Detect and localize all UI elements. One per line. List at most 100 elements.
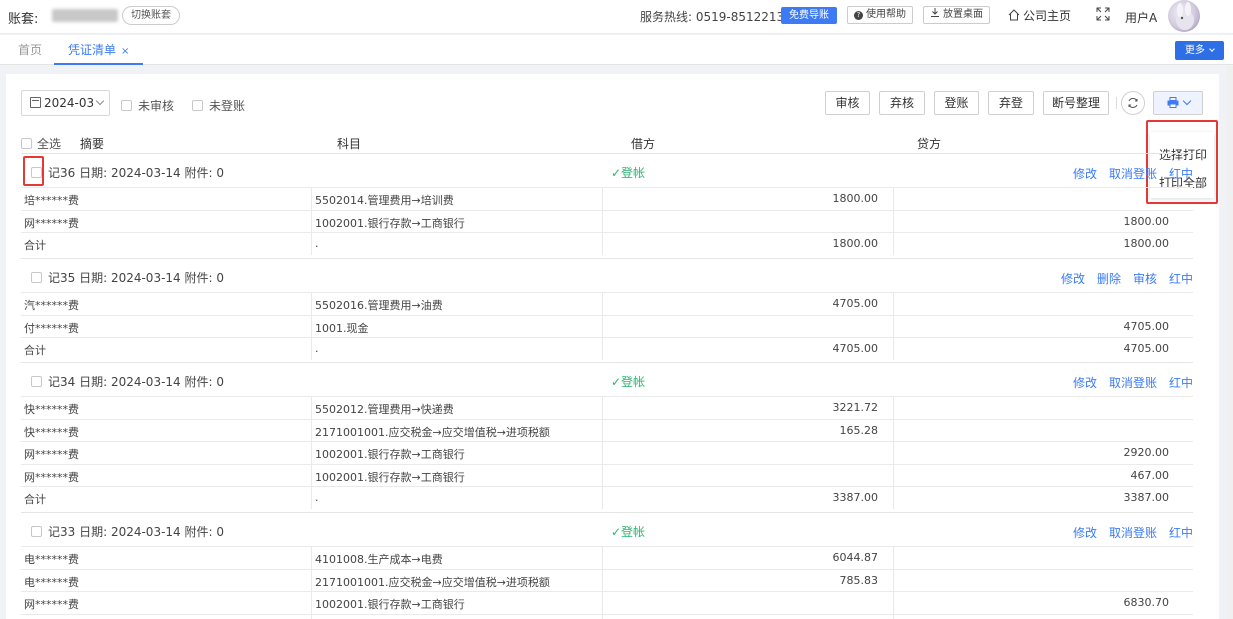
chevron-down-icon xyxy=(1209,46,1215,52)
company-home-link[interactable]: 公司主页 xyxy=(1008,7,1071,24)
cell-divider xyxy=(311,188,312,210)
cell-subject: 1002001.银行存款→工商银行 xyxy=(315,448,465,462)
cell-divider xyxy=(602,293,603,315)
cell-divider xyxy=(602,442,603,464)
cell-divider xyxy=(311,592,312,614)
cell-divider xyxy=(311,397,312,419)
cell-divider xyxy=(311,419,312,442)
tab-voucher-label: 凭证清单 xyxy=(68,43,117,57)
voucher-action-link[interactable]: 审核 xyxy=(1133,272,1157,286)
voucher-actions: 修改 取消登账 红中 xyxy=(1061,374,1193,391)
help-button[interactable]: ? 使用帮助 xyxy=(847,6,913,24)
voucher-checkbox[interactable] xyxy=(31,376,42,387)
desktop-label: 放置桌面 xyxy=(943,9,983,20)
cell-summary: 付******费 xyxy=(24,321,79,335)
free-import-button[interactable]: 免费导账 xyxy=(781,7,837,24)
voucher-action-link[interactable]: 红中 xyxy=(1169,272,1193,286)
voucher-action-link[interactable]: 删除 xyxy=(1097,272,1121,286)
cell-divider xyxy=(893,293,894,315)
cell-divider xyxy=(311,338,312,360)
tab-voucher-list[interactable]: 凭证清单 × xyxy=(54,35,144,65)
voucher-title: 记33 日期: 2024-03-14 附件: 0 xyxy=(48,525,224,539)
voucher-action-link[interactable]: 取消登账 xyxy=(1109,526,1157,540)
unpost-button[interactable]: 弃登 xyxy=(988,91,1034,115)
table-row: 合计. 1800.00 1800.00 xyxy=(21,232,1193,255)
filter-unaudited[interactable]: 未审核 xyxy=(121,97,174,114)
account-label: 账套: xyxy=(8,12,39,27)
unaudit-button[interactable]: 弃核 xyxy=(879,91,925,115)
cell-subject: 1002001.银行存款→工商银行 xyxy=(315,598,465,612)
cell-divider xyxy=(311,464,312,487)
unaudited-checkbox[interactable] xyxy=(121,100,132,111)
voucher-action-link[interactable]: 修改 xyxy=(1073,376,1097,390)
cell-divider xyxy=(602,614,603,619)
voucher-header: 记35 日期: 2024-03-14 附件: 0 修改 删除 审核 红中 xyxy=(21,259,1193,292)
home-link-label: 公司主页 xyxy=(1023,9,1072,23)
calendar-icon xyxy=(30,97,41,108)
voucher-action-link[interactable]: 修改 xyxy=(1061,272,1085,286)
voucher-action-link[interactable]: 修改 xyxy=(1073,526,1097,540)
table-row: 电******费 2171001001.应交税金→应交增值税→进项税额 785.83 xyxy=(21,568,1193,592)
unposted-checkbox[interactable] xyxy=(192,100,203,111)
cell-subject: 4101008.生产成本→电费 xyxy=(315,553,443,566)
fullscreen-icon[interactable] xyxy=(1096,7,1110,21)
date-value: 2024-03 xyxy=(44,96,95,110)
voucher-checkbox[interactable] xyxy=(31,526,42,537)
cell-divider xyxy=(602,419,603,442)
voucher-header: 记36 日期: 2024-03-14 附件: 0 ✓登帐 修改 取消登账 红中 xyxy=(21,154,1193,187)
renumber-button[interactable]: 断号整理 xyxy=(1043,91,1109,115)
voucher-action-link[interactable]: 取消登账 xyxy=(1109,376,1157,390)
audit-button[interactable]: 审核 xyxy=(825,91,870,115)
cell-debit: 1800.00 xyxy=(832,192,879,205)
filter-unposted[interactable]: 未登账 xyxy=(192,97,245,114)
print-button[interactable] xyxy=(1153,91,1203,115)
cell-subject: 5502012.管理费用→快递费 xyxy=(315,403,454,416)
cell-credit: 1800.00 xyxy=(1123,214,1170,228)
cell-subject: 1001.现金 xyxy=(315,321,369,335)
cell-divider xyxy=(311,210,312,233)
cell-divider xyxy=(893,487,894,509)
voucher-action-link[interactable]: 取消登账 xyxy=(1109,167,1157,181)
avatar[interactable] xyxy=(1168,0,1200,32)
close-icon[interactable]: × xyxy=(121,46,129,57)
scrollbar[interactable] xyxy=(1227,66,1233,619)
cell-divider xyxy=(602,210,603,233)
table-row: 网******费 1002001.银行存款→工商银行 1800.00 xyxy=(21,209,1193,233)
cell-debit: 4705.00 xyxy=(832,342,879,356)
post-button[interactable]: 登账 xyxy=(934,91,979,115)
posted-status: ✓登帐 xyxy=(611,166,646,180)
voucher-action-link[interactable]: 红中 xyxy=(1169,526,1193,540)
tab-home[interactable]: 首页 xyxy=(18,35,42,65)
voucher-header: 记33 日期: 2024-03-14 附件: 0 ✓登帐 修改 取消登账 红中 xyxy=(21,513,1193,546)
cell-divider xyxy=(311,233,312,255)
table-row: 合计. 4705.00 4705.00 xyxy=(21,337,1193,360)
voucher-action-link[interactable]: 修改 xyxy=(1073,167,1097,181)
cell-subject: 5502016.管理费用→油费 xyxy=(315,299,443,312)
voucher-action-link[interactable]: 红中 xyxy=(1169,167,1193,181)
cell-subject: . xyxy=(315,491,319,505)
select-all-label: 全选 xyxy=(37,137,62,151)
desktop-shortcut-button[interactable]: 放置桌面 xyxy=(923,6,990,24)
voucher-action-link[interactable]: 红中 xyxy=(1169,376,1193,390)
select-all[interactable]: 全选 xyxy=(21,135,61,152)
cell-credit: 467.00 xyxy=(1130,468,1170,482)
date-picker[interactable]: 2024-03 xyxy=(21,90,110,116)
cell-summary: 合计 xyxy=(24,493,46,507)
table-row: 网******费 1002001.银行存款→工商银行 467.00 xyxy=(21,463,1193,487)
refresh-button[interactable] xyxy=(1121,91,1145,115)
cell-divider xyxy=(893,188,894,210)
cell-summary: 合计 xyxy=(24,344,46,358)
switch-account-button[interactable]: 切换账套 xyxy=(122,6,180,25)
cell-divider xyxy=(602,464,603,487)
cell-divider xyxy=(602,188,603,210)
chevron-down-icon xyxy=(1182,96,1191,106)
user-name[interactable]: 用户A xyxy=(1125,9,1157,26)
voucher-card: 记36 日期: 2024-03-14 附件: 0 ✓登帐 修改 取消登账 红中 培****… xyxy=(21,153,1193,255)
more-button[interactable]: 更多 xyxy=(1175,41,1224,60)
table-row: 电******费 4101008.生产成本→电费 6044.87 xyxy=(21,546,1193,569)
select-all-checkbox[interactable] xyxy=(21,138,32,149)
cell-divider xyxy=(602,592,603,614)
account-name-blurred xyxy=(52,9,118,22)
voucher-checkbox[interactable] xyxy=(31,272,42,283)
home-icon xyxy=(1008,9,1020,21)
